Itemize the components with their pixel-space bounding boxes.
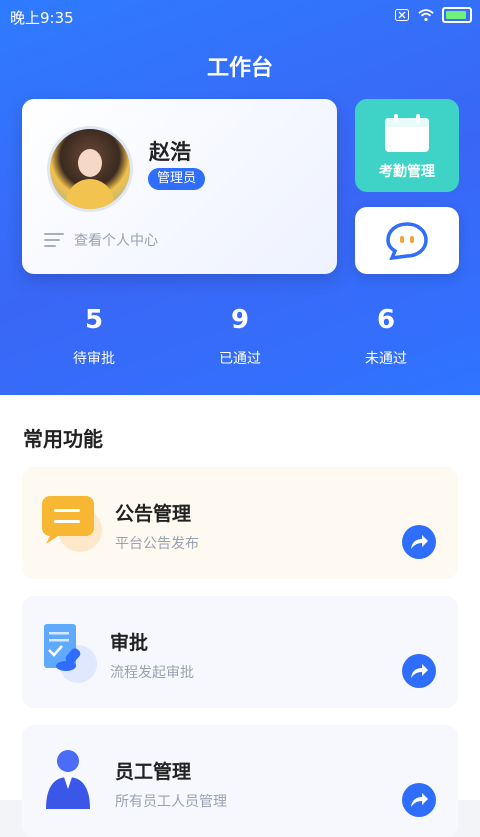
user-name: 赵浩 bbox=[149, 140, 191, 164]
stat-label: 待审批 bbox=[73, 351, 115, 367]
card-title: 审批 bbox=[110, 632, 149, 654]
attendance-label: 考勤管理 bbox=[379, 164, 435, 180]
battery-icon bbox=[442, 7, 472, 23]
avatar[interactable] bbox=[47, 126, 133, 212]
share-arrow-button[interactable] bbox=[402, 783, 436, 817]
status-time: 晚上9:35 bbox=[10, 9, 74, 27]
profile-card[interactable]: 赵浩 管理员 查看个人中心 bbox=[22, 99, 337, 274]
header-panel: 晚上9:35 工作台 赵浩 管理员 查看个人中心 考勤管理 5 待审批 9 已通… bbox=[0, 0, 480, 395]
message-button[interactable] bbox=[355, 207, 459, 274]
page-title: 工作台 bbox=[206, 56, 273, 81]
stat-approved[interactable]: 9 已通过 bbox=[180, 300, 300, 368]
menu-lines-icon bbox=[44, 233, 64, 247]
status-bar: 晚上9:35 bbox=[0, 0, 480, 32]
functions-section: 常用功能 公告管理 平台公告发布 审批 流程发起审批 员工管理 所有员工人员管理 bbox=[0, 395, 480, 837]
employee-person-icon bbox=[46, 750, 90, 809]
wifi-icon bbox=[418, 8, 434, 22]
card-title: 公告管理 bbox=[115, 503, 192, 525]
card-subtitle: 流程发起审批 bbox=[110, 665, 194, 681]
stat-value: 9 bbox=[230, 305, 250, 335]
stat-pending[interactable]: 5 待审批 bbox=[34, 300, 154, 368]
stat-value: 6 bbox=[376, 305, 396, 335]
employee-card[interactable]: 员工管理 所有员工人员管理 bbox=[22, 725, 458, 837]
share-arrow-icon bbox=[411, 793, 428, 807]
share-arrow-button[interactable] bbox=[402, 525, 436, 559]
sim-icon bbox=[394, 8, 410, 22]
approval-document-icon bbox=[44, 624, 97, 683]
stat-label: 未通过 bbox=[365, 351, 407, 367]
announcement-card[interactable]: 公告管理 平台公告发布 bbox=[22, 467, 458, 579]
stat-label: 已通过 bbox=[219, 351, 261, 367]
section-title: 常用功能 bbox=[23, 427, 103, 451]
status-icons bbox=[394, 7, 472, 23]
card-subtitle: 平台公告发布 bbox=[115, 536, 199, 552]
attendance-button[interactable]: 考勤管理 bbox=[355, 99, 459, 192]
card-subtitle: 所有员工人员管理 bbox=[115, 794, 227, 810]
approval-card[interactable]: 审批 流程发起审批 bbox=[22, 596, 458, 708]
personal-center-label: 查看个人中心 bbox=[74, 233, 158, 249]
card-title: 员工管理 bbox=[115, 761, 192, 783]
share-arrow-icon bbox=[411, 535, 428, 549]
share-arrow-button[interactable] bbox=[402, 654, 436, 688]
share-arrow-icon bbox=[411, 664, 428, 678]
stat-rejected[interactable]: 6 未通过 bbox=[326, 300, 446, 368]
announcement-icon bbox=[42, 496, 102, 552]
calendar-icon bbox=[385, 114, 429, 152]
personal-center-link[interactable]: 查看个人中心 bbox=[44, 230, 158, 250]
chat-bubble-icon bbox=[386, 222, 428, 260]
stat-value: 5 bbox=[84, 305, 104, 335]
role-badge: 管理员 bbox=[148, 168, 206, 190]
